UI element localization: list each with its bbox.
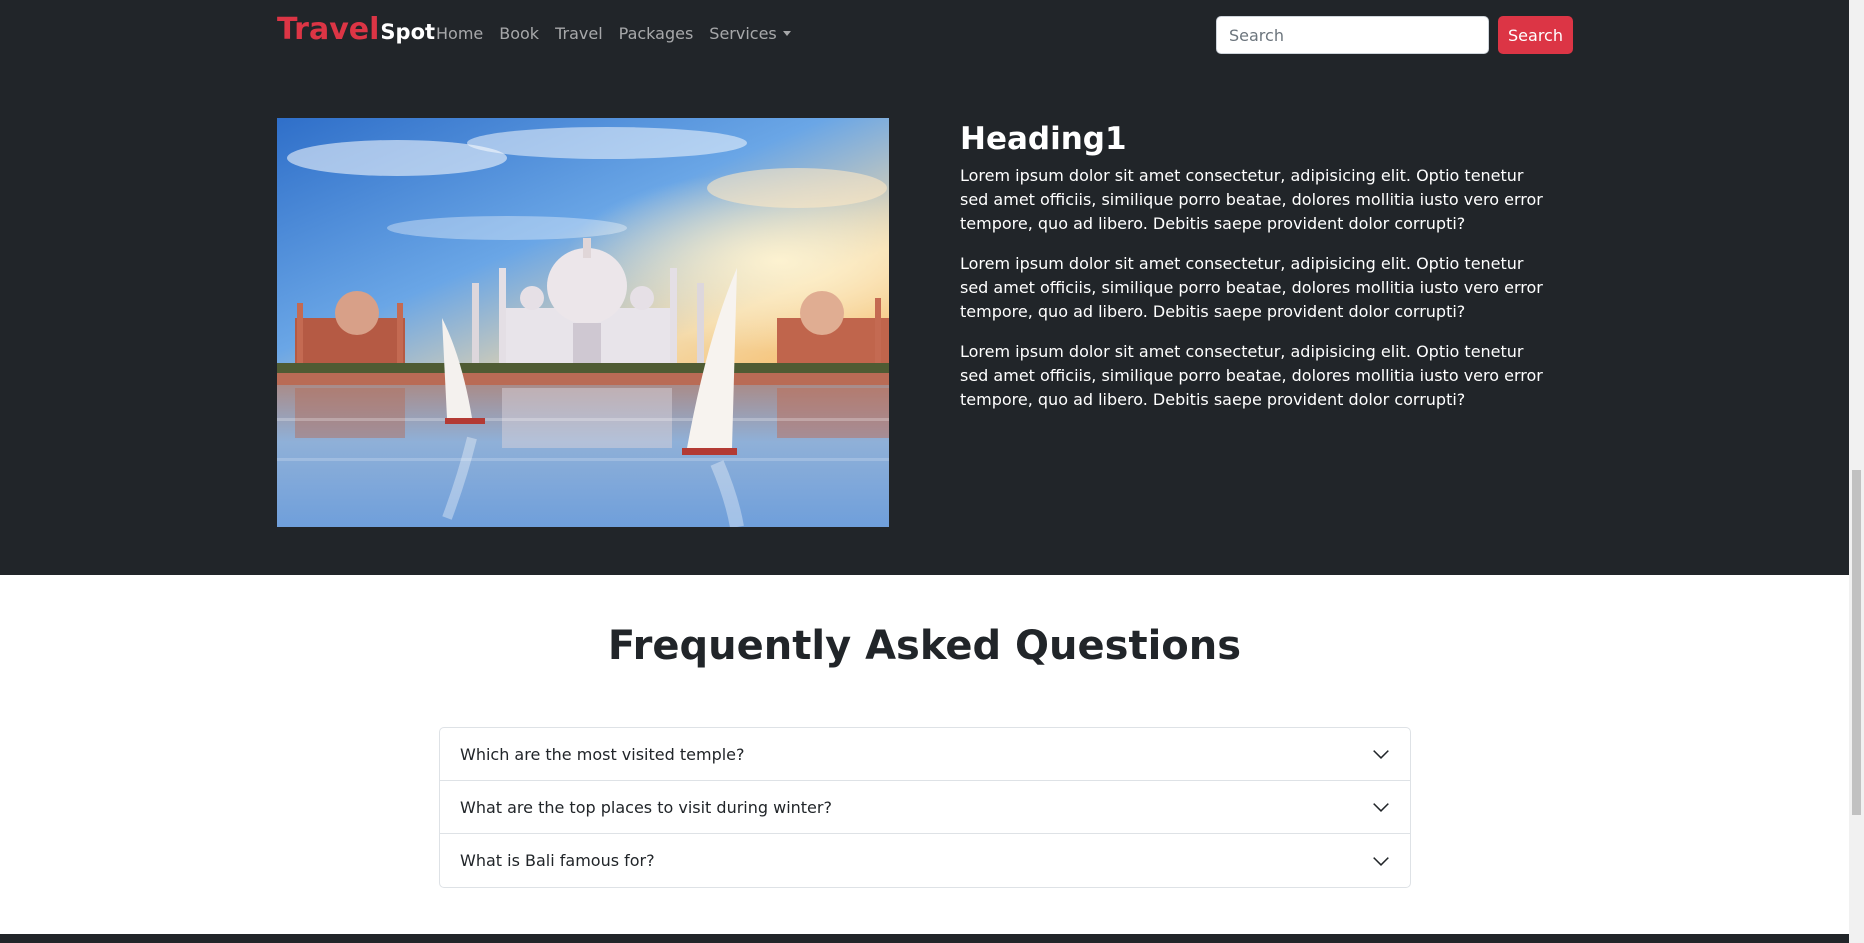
faq-question: What are the top places to visit during … bbox=[460, 797, 832, 817]
nav-link-services-dropdown[interactable]: Services bbox=[701, 24, 798, 43]
hero-paragraph: Lorem ipsum dolor sit amet consectetur, … bbox=[960, 342, 1543, 409]
chevron-down-icon bbox=[1373, 750, 1389, 760]
navbar: Travel Spot Home Book Travel Packages Se… bbox=[0, 0, 1849, 70]
faq-question: Which are the most visited temple? bbox=[460, 744, 745, 764]
taj-mahal-image bbox=[277, 118, 889, 527]
footer bbox=[0, 934, 1849, 943]
faq-item[interactable]: What is Bali famous for? bbox=[440, 834, 1410, 887]
hero-text: Heading1 Lorem ipsum dolor sit amet cons… bbox=[960, 118, 1550, 428]
page-scrollbar[interactable] bbox=[1849, 0, 1864, 943]
faq-question: What is Bali famous for? bbox=[460, 851, 655, 870]
search-input[interactable] bbox=[1216, 16, 1489, 54]
nav-link-travel[interactable]: Travel bbox=[547, 24, 611, 43]
faq-item[interactable]: What are the top places to visit during … bbox=[440, 781, 1410, 834]
hero-paragraph: Lorem ipsum dolor sit amet consectetur, … bbox=[960, 254, 1543, 321]
faq-title: Frequently Asked Questions bbox=[607, 623, 1242, 669]
caret-down-icon bbox=[782, 31, 791, 36]
search-button[interactable]: Search bbox=[1498, 16, 1573, 54]
nav-links: Home Book Travel Packages Services bbox=[428, 24, 799, 43]
faq-item[interactable]: Which are the most visited temple? bbox=[440, 728, 1410, 781]
hero-paragraph: Lorem ipsum dolor sit amet consectetur, … bbox=[960, 166, 1543, 233]
chevron-down-icon bbox=[1373, 856, 1389, 866]
scrollbar-thumb[interactable] bbox=[1852, 470, 1861, 815]
hero-heading: Heading1 bbox=[960, 121, 1127, 157]
brand-secondary: Spot bbox=[380, 20, 436, 44]
services-label: Services bbox=[709, 24, 777, 43]
hero-section: Heading1 Lorem ipsum dolor sit amet cons… bbox=[0, 70, 1849, 575]
nav-link-book[interactable]: Book bbox=[491, 24, 547, 43]
chevron-down-icon bbox=[1373, 803, 1389, 813]
nav-link-packages[interactable]: Packages bbox=[611, 24, 702, 43]
faq-accordion: Which are the most visited temple? What … bbox=[439, 727, 1411, 888]
nav-link-home[interactable]: Home bbox=[428, 24, 491, 43]
brand-logo[interactable]: Travel Spot bbox=[277, 12, 435, 47]
brand-primary: Travel bbox=[277, 12, 380, 47]
